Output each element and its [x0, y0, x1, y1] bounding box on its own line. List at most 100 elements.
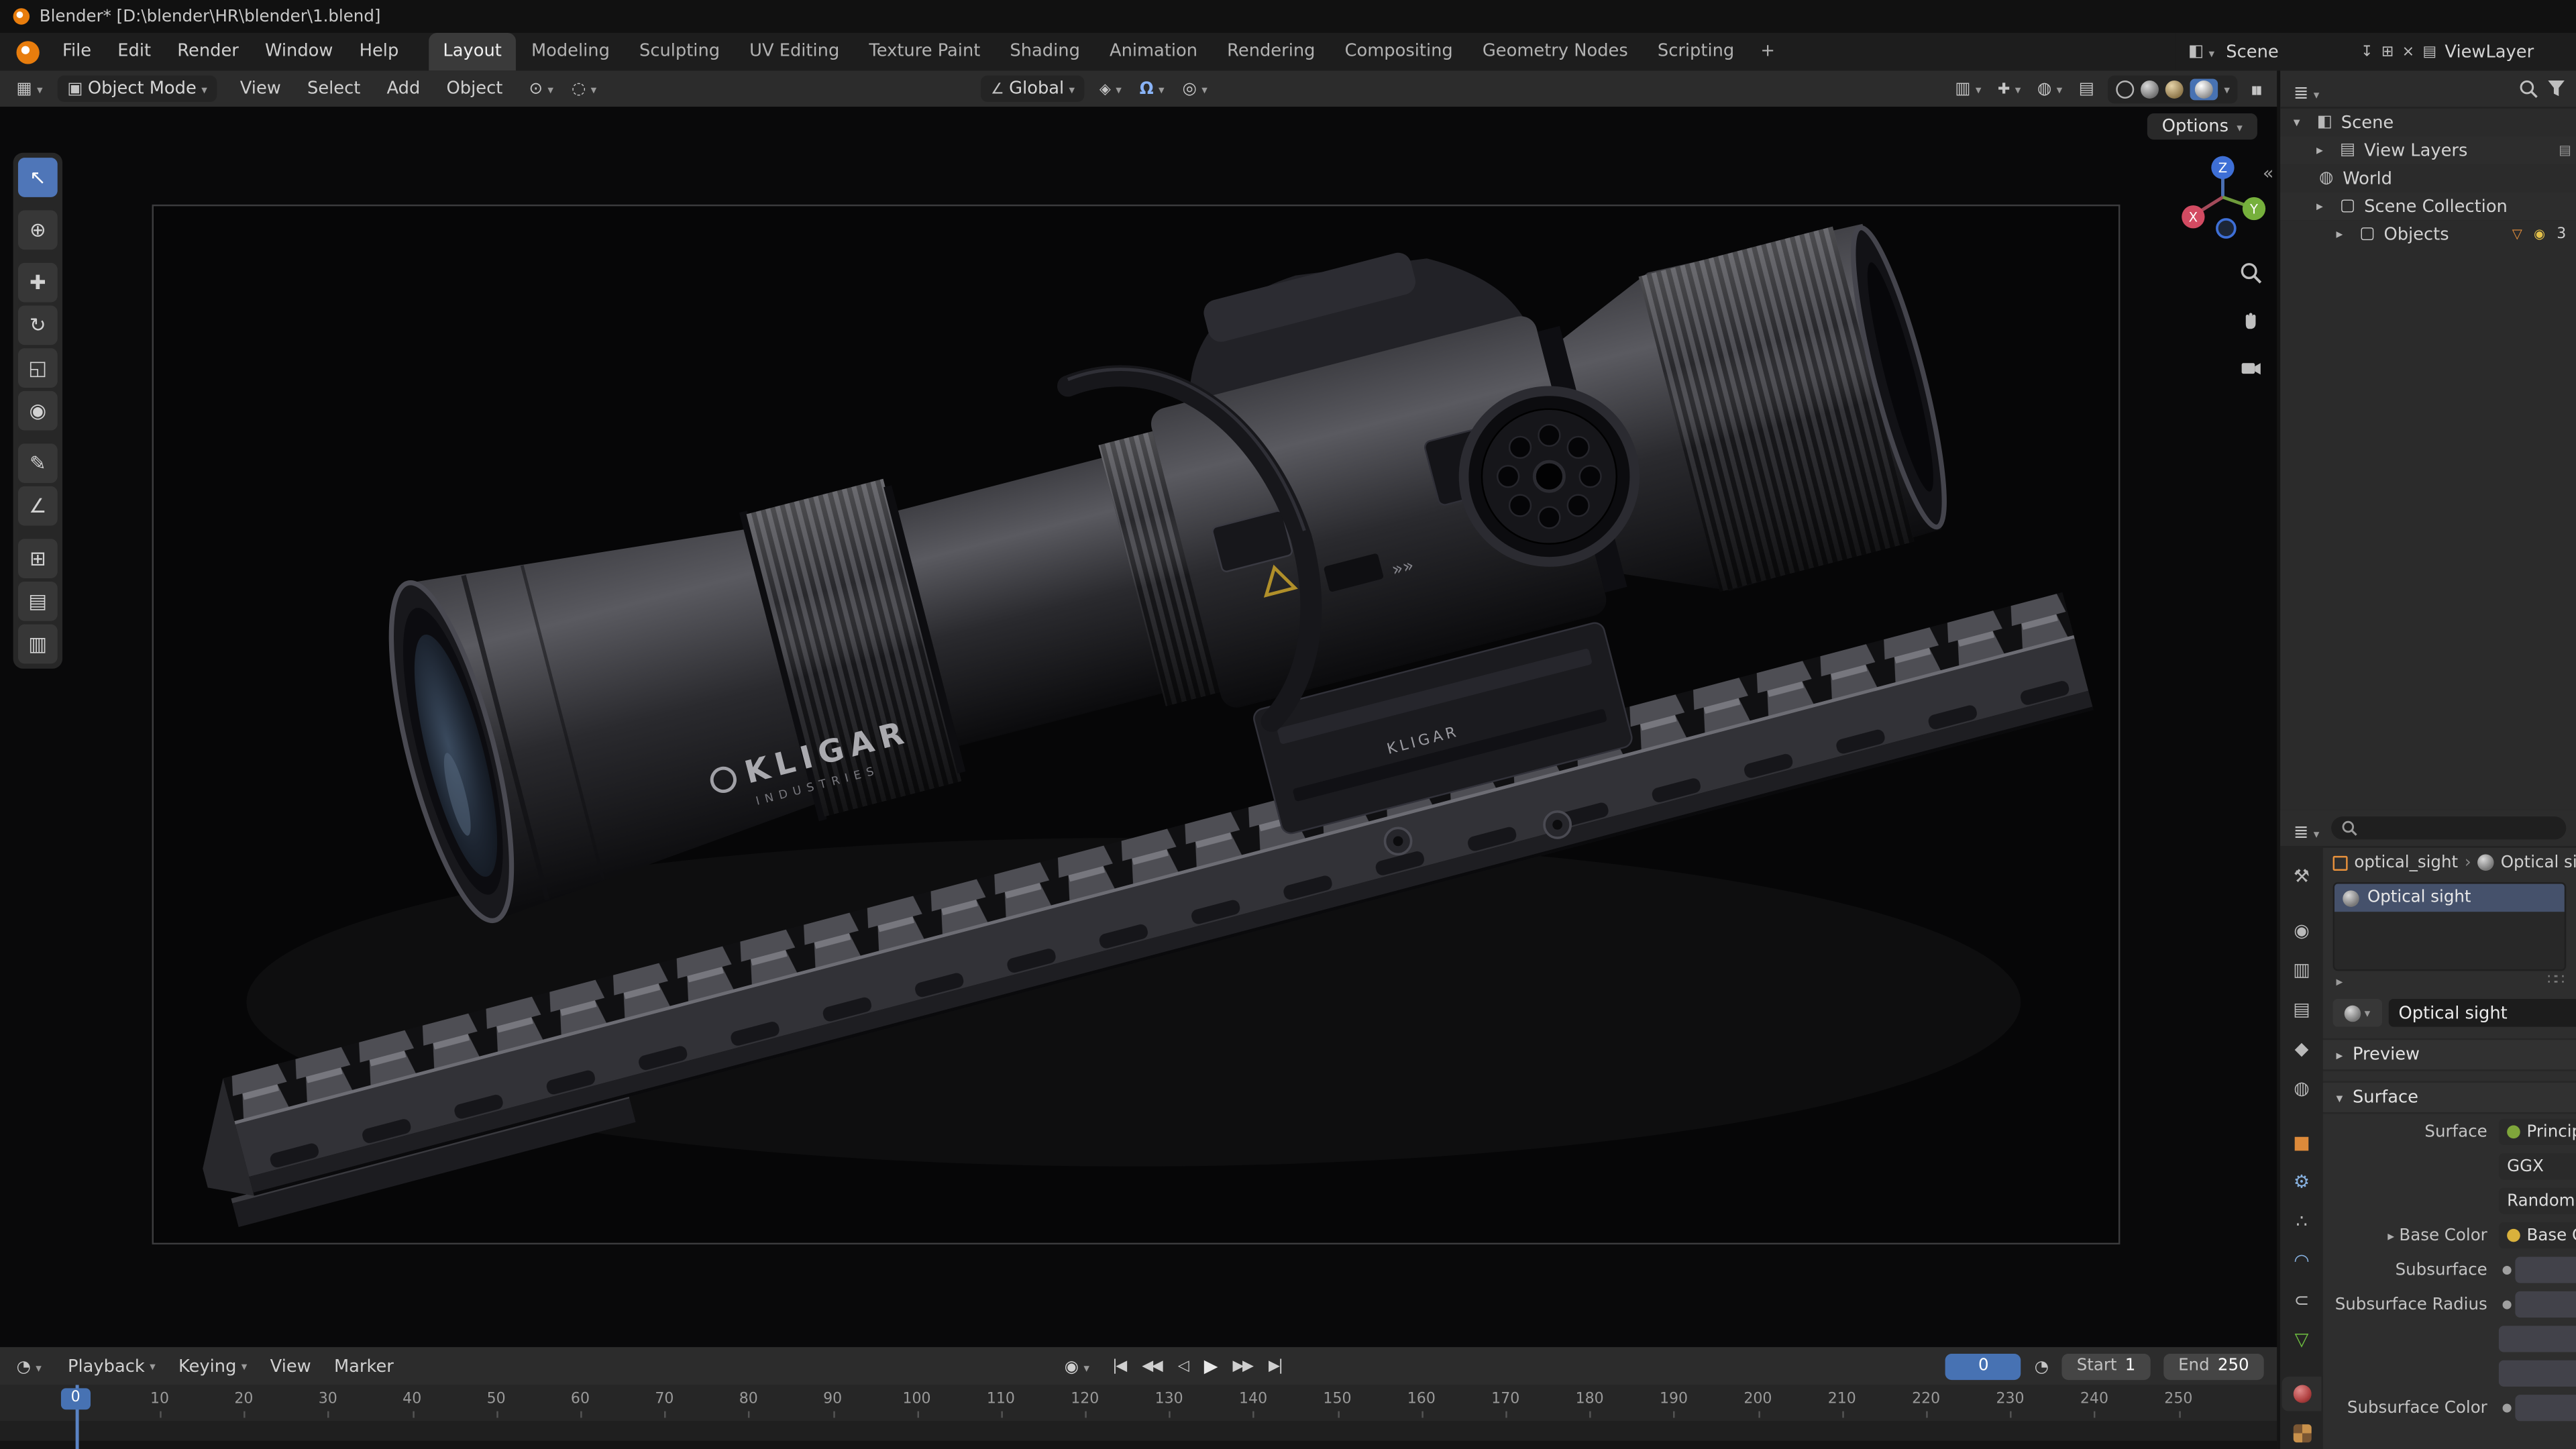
filter-icon[interactable]	[2546, 79, 2566, 99]
breadcrumb-material[interactable]: Optical sight	[2501, 853, 2576, 871]
tool-move[interactable]: ✚	[17, 262, 58, 303]
shading-material-button[interactable]	[2165, 79, 2184, 98]
zoom-button[interactable]	[2235, 256, 2267, 289]
tool-scale[interactable]: ◱	[17, 348, 58, 388]
gizmos-dropdown[interactable]	[1994, 76, 2024, 102]
workspace-tab[interactable]: Sculpting	[625, 33, 735, 70]
prev-keyframe-button[interactable]: ◀◀	[1135, 1358, 1168, 1374]
tool-transform[interactable]: ◉	[17, 390, 58, 431]
scene-name[interactable]: Scene	[2226, 42, 2278, 61]
blender-menu-icon[interactable]	[16, 40, 40, 64]
properties-tab-material[interactable]	[2282, 1377, 2322, 1411]
properties-tab-constraints[interactable]: ⊂	[2282, 1283, 2322, 1318]
new-scene-icon[interactable]	[2381, 44, 2394, 60]
viewport-menu-item[interactable]: View	[229, 79, 292, 99]
scene-browse-button[interactable]	[2185, 39, 2218, 65]
overlays-dropdown[interactable]	[2034, 76, 2065, 102]
next-keyframe-button[interactable]: ▶▶	[1226, 1358, 1259, 1374]
shading-wireframe-button[interactable]	[2115, 79, 2134, 98]
viewport-3d[interactable]: KLIGAR »» KLIGAR INDUSTRIES Options ▾ « …	[0, 107, 2277, 1348]
properties-tab-modifiers[interactable]: ⚙	[2282, 1165, 2322, 1199]
jump-to-end-button[interactable]: ▶|	[1262, 1358, 1288, 1374]
outliner-row[interactable]: ▾ Scene	[2280, 109, 2576, 137]
pan-button[interactable]	[2235, 304, 2267, 337]
panel-surface[interactable]: ▾ Surface	[2322, 1081, 2576, 1114]
timeline-menu-item[interactable]: Keying▾	[168, 1356, 257, 1376]
app-menu-item[interactable]: Edit	[105, 33, 164, 70]
workspace-tab[interactable]: Texture Paint	[854, 33, 995, 70]
decorator-dot[interactable]: ●	[2499, 1263, 2515, 1277]
options-dropdown[interactable]: Options	[2147, 113, 2257, 140]
app-menu-item[interactable]: File	[49, 33, 104, 70]
editor-type-button[interactable]	[13, 76, 46, 102]
workspace-tab[interactable]: Geometry Nodes	[1468, 33, 1643, 70]
tool-measure[interactable]: ∠	[17, 486, 58, 526]
transform-widget-dropdown[interactable]	[568, 76, 600, 102]
timeline-track-area[interactable]	[0, 1421, 2277, 1449]
decorator-dot[interactable]: ●	[2499, 1298, 2515, 1311]
visibility-dropdown[interactable]	[1951, 76, 1984, 102]
app-menu-item[interactable]: Help	[346, 33, 412, 70]
tool-cursor[interactable]: ⊕	[17, 210, 58, 250]
properties-tab-texture[interactable]	[2282, 1416, 2322, 1449]
timeline-menu-item[interactable]: Playback▾	[58, 1356, 165, 1376]
properties-search-field[interactable]	[2330, 816, 2567, 840]
properties-tab-physics[interactable]: ◠	[2282, 1244, 2322, 1278]
disclosure-arrow[interactable]: ▾	[2294, 115, 2308, 129]
tool-extra-a[interactable]: ▤	[17, 581, 58, 621]
timeline-ruler[interactable]: 10 20 30 40 50 60 70 80 90 100 110 120 130 140 150 160 1…	[0, 1385, 2277, 1423]
timeline-menu-item[interactable]: Marker	[324, 1356, 403, 1376]
disclosure-arrow[interactable]: ▸	[2316, 199, 2331, 213]
tool-extra-b[interactable]: ▥	[17, 624, 58, 664]
navigation-gizmo[interactable]: Z X Y	[2178, 153, 2267, 241]
property-field[interactable]	[2515, 1395, 2576, 1421]
workspace-tab[interactable]: Shading	[995, 33, 1095, 70]
xray-toggle[interactable]	[2076, 76, 2098, 102]
proportional-edit-dropdown[interactable]	[1179, 76, 1211, 102]
tool-select-box[interactable]: ↖	[17, 158, 58, 197]
property-field[interactable]: Random Walk	[2498, 1187, 2576, 1214]
camera-view-button[interactable]	[2235, 352, 2267, 384]
workspace-tab[interactable]: Layout	[428, 32, 517, 71]
app-menu-item[interactable]: Render	[164, 33, 252, 70]
snap-target-dropdown[interactable]	[1096, 76, 1125, 102]
workspace-tab[interactable]: Animation	[1095, 33, 1212, 70]
property-field[interactable]	[2515, 1291, 2576, 1318]
preview-range-clock-icon[interactable]	[2035, 1356, 2049, 1376]
breadcrumb-object[interactable]: optical_sight	[2354, 853, 2458, 871]
property-field[interactable]	[2498, 1360, 2576, 1387]
property-field[interactable]: Principled BSDF	[2498, 1118, 2576, 1145]
play-reverse-button[interactable]: ◁	[1171, 1358, 1194, 1374]
add-workspace-button[interactable]: +	[1749, 33, 1786, 70]
outliner-row[interactable]: World	[2280, 164, 2576, 193]
material-slot-row[interactable]: Optical sight	[2334, 883, 2565, 912]
playhead-frame-badge[interactable]: 0	[60, 1388, 91, 1410]
disclosure-arrow[interactable]: ▸	[2336, 227, 2351, 241]
shading-rendered-button[interactable]	[2189, 78, 2218, 100]
pivot-point-dropdown[interactable]	[526, 76, 557, 102]
workspace-tab[interactable]: Compositing	[1330, 33, 1468, 70]
workspace-tab[interactable]: Scripting	[1643, 33, 1749, 70]
properties-tab-world[interactable]: ◍	[2282, 1071, 2322, 1106]
tool-rotate[interactable]: ↻	[17, 305, 58, 345]
material-name-field[interactable]: Optical sight	[2388, 998, 2576, 1027]
app-menu-item[interactable]: Window	[252, 33, 346, 70]
disclosure-arrow[interactable]: ▸	[2316, 143, 2331, 158]
property-expand-arrow[interactable]: ▸	[2387, 1228, 2394, 1243]
browse-material-button[interactable]	[2332, 998, 2383, 1027]
workspace-tab[interactable]: Rendering	[1212, 33, 1330, 70]
properties-tab-scene[interactable]: ◆	[2282, 1032, 2322, 1066]
frame-start-field[interactable]: Start 1	[2061, 1352, 2151, 1379]
unlink-scene-icon[interactable]	[2402, 44, 2414, 60]
property-field[interactable]: Base Color	[2498, 1222, 2576, 1249]
properties-tab-data[interactable]: ▽	[2282, 1322, 2322, 1356]
pause-toggle[interactable]	[2248, 76, 2264, 102]
viewport-canvas[interactable]: KLIGAR »» KLIGAR INDUSTRIES	[0, 107, 2277, 1348]
decorator-dot[interactable]: ●	[2499, 1401, 2515, 1415]
outliner-row[interactable]: ▸ Scene Collection	[2280, 192, 2576, 221]
property-field[interactable]	[2498, 1326, 2576, 1352]
properties-editor-type-button[interactable]	[2290, 810, 2322, 847]
properties-tab-particles[interactable]: ∴	[2282, 1204, 2322, 1238]
outliner-editor-type-button[interactable]	[2290, 70, 2322, 107]
auto-key-button[interactable]	[1061, 1353, 1093, 1379]
